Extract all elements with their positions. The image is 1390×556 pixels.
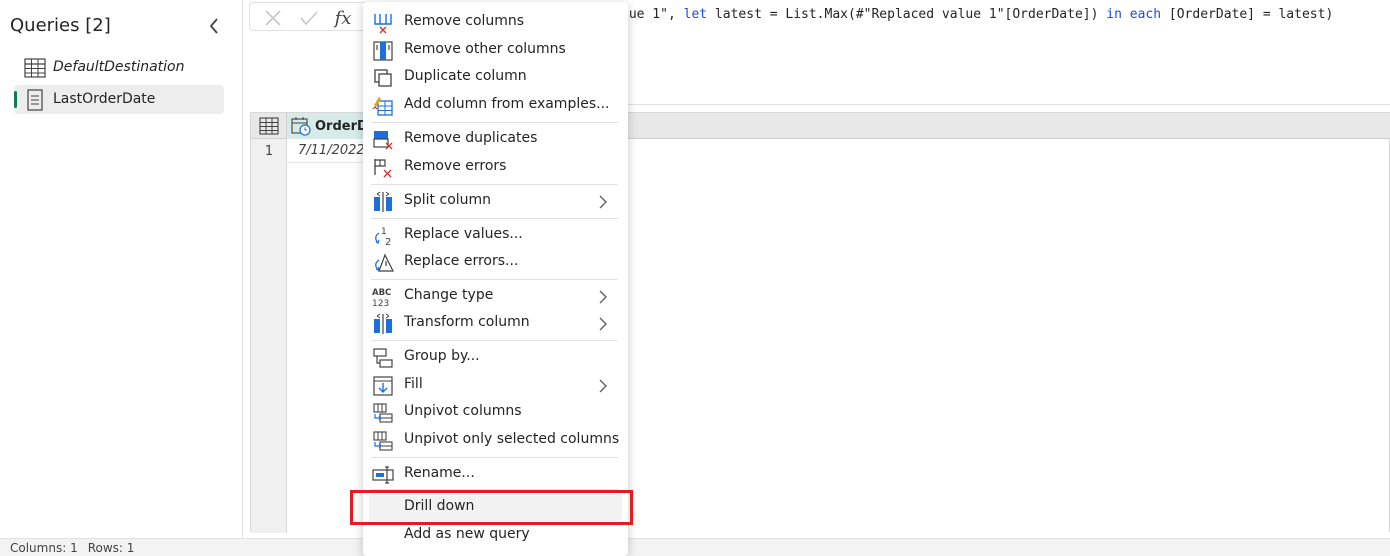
menu-rename[interactable]: Rename... [363,461,628,488]
query-item-label: DefaultDestination [53,59,185,75]
menu-fill[interactable]: Fill [363,372,628,399]
menu-separator [371,122,618,123]
menu-remove-columns[interactable]: Remove columns [363,9,628,36]
menu-replace-values[interactable]: 1 2 Replace values... [363,222,628,249]
datetime-type-icon [291,117,311,136]
menu-remove-other-columns[interactable]: Remove other columns [363,37,628,64]
transform-column-icon [374,313,392,334]
menu-remove-errors[interactable]: Remove errors [363,154,628,181]
replace-values-icon: 1 2 [375,227,391,247]
menu-separator [371,340,618,341]
status-rows: Rows: 1 [87,540,135,555]
table-icon [258,117,279,135]
selection-indicator [14,91,17,108]
menu-transform-column[interactable]: Transform column [363,310,628,337]
remove-errors-icon [374,159,392,178]
status-columns: Columns: 1 [10,540,78,555]
menu-remove-duplicates[interactable]: Remove duplicates [363,126,628,153]
menu-separator [371,279,618,280]
query-item-defaultdestination[interactable]: DefaultDestination [14,53,224,82]
remove-duplicates-icon [373,131,393,150]
cancel-icon[interactable] [262,7,284,29]
fill-down-icon [373,376,393,396]
duplicate-icon [374,69,392,87]
remove-other-columns-icon [373,41,393,61]
menu-split-column[interactable]: Split column [363,188,628,215]
status-bar: Columns: 1 Rows: 1 [0,538,1390,556]
svg-text:1: 1 [381,227,387,237]
grid-corner-button[interactable] [251,113,287,139]
chevron-right-icon [599,195,607,209]
column-context-menu: Remove columns Remove other columns Dupl… [363,2,628,556]
svg-text:ABC: ABC [372,288,391,298]
svg-text:123: 123 [372,299,389,308]
document-icon [27,89,43,111]
menu-add-column-from-examples[interactable]: Add column from examples... [363,92,628,119]
table-icon [24,58,46,78]
query-item-label: LastOrderDate [53,91,156,107]
rename-icon [372,466,394,484]
commit-icon[interactable] [298,7,320,29]
menu-duplicate-column[interactable]: Duplicate column [363,64,628,91]
menu-separator [371,184,618,185]
change-type-icon: ABC 123 [372,288,391,308]
add-column-examples-icon [372,97,393,116]
menu-separator [371,489,618,490]
queries-title: Queries [2] [10,15,111,36]
row-gutter [251,139,287,533]
remove-columns-icon [374,14,392,34]
menu-unpivot-only-selected-columns[interactable]: Unpivot only selected columns [363,427,628,454]
collapse-pane-button[interactable] [204,14,224,38]
svg-text:2: 2 [385,237,391,247]
unpivot-selected-icon [373,431,393,451]
menu-group-by[interactable]: Group by... [363,344,628,371]
chevron-right-icon [599,379,607,393]
menu-replace-errors[interactable]: Replace errors... [363,249,628,276]
divider [628,104,1390,105]
queries-pane: Queries [2] DefaultDestination LastOrder… [0,0,243,538]
fx-icon[interactable]: fx [332,7,354,29]
menu-separator [371,457,618,458]
menu-drill-down[interactable]: Drill down [369,494,622,521]
chevron-left-icon [209,18,218,34]
menu-unpivot-columns[interactable]: Unpivot columns [363,399,628,426]
query-item-lastorderdate[interactable]: LastOrderDate [14,85,224,114]
split-column-icon [374,191,392,212]
unpivot-icon [373,403,393,423]
chevron-right-icon [599,290,607,304]
row-number[interactable]: 1 [251,139,287,163]
menu-add-as-new-query[interactable]: Add as new query [363,522,628,549]
menu-separator [371,218,618,219]
replace-errors-icon [375,253,394,272]
group-by-icon [373,348,393,368]
chevron-right-icon [599,317,607,331]
formula-text[interactable]: lue 1", let latest = List.Max(#"Replaced… [621,7,1333,22]
menu-change-type[interactable]: ABC 123 Change type [363,283,628,310]
formula-controls: fx [249,2,379,31]
